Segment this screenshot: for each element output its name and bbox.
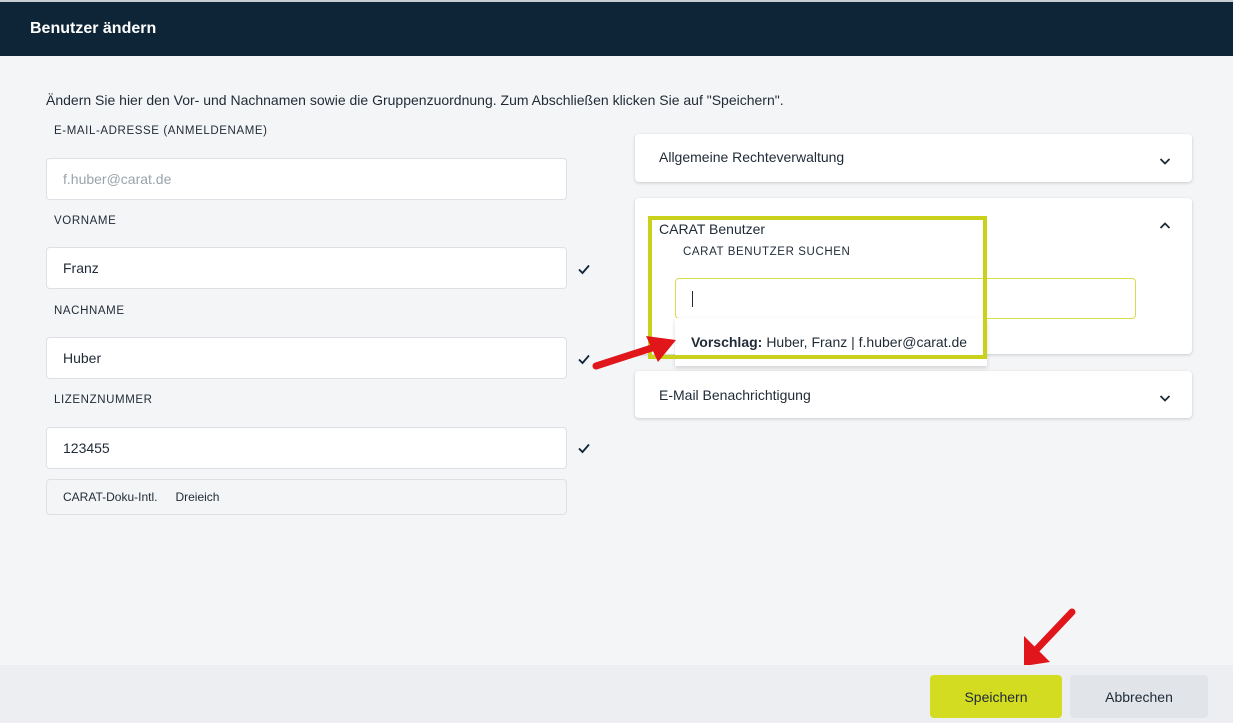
panel-email-title: E-Mail Benachrichtigung: [659, 387, 811, 403]
chevron-up-icon[interactable]: [1158, 219, 1172, 233]
dialog-header: Benutzer ändern: [0, 2, 1233, 56]
panel-rights-title: Allgemeine Rechteverwaltung: [659, 149, 845, 165]
dialog-title: Benutzer ändern: [30, 20, 157, 37]
firstname-input[interactable]: Franz: [46, 247, 567, 289]
save-button[interactable]: Speichern: [930, 675, 1062, 718]
checkmark-icon: [578, 264, 590, 275]
license-label: LIZENZNUMMER: [54, 394, 153, 406]
suggestion-prefix: Vorschlag:: [691, 334, 763, 350]
suggestion-item[interactable]: Vorschlag: Huber, Franz | f.huber@carat.…: [675, 318, 987, 366]
panel-email-notification[interactable]: E-Mail Benachrichtigung: [635, 371, 1192, 418]
cancel-button[interactable]: Abbrechen: [1070, 675, 1208, 718]
chevron-down-icon[interactable]: [1158, 391, 1172, 405]
firstname-label: VORNAME: [54, 215, 117, 227]
lastname-input[interactable]: Huber: [46, 337, 567, 379]
email-value: f.huber@carat.de: [63, 171, 172, 187]
license-input[interactable]: 123455: [46, 427, 567, 469]
lastname-value: Huber: [63, 350, 102, 366]
panel-carat-title: CARAT Benutzer: [659, 221, 766, 237]
email-field: f.huber@carat.de: [46, 158, 567, 200]
firstname-value: Franz: [63, 260, 99, 276]
group-assignment: CARAT-Doku-Intl. Dreieich: [46, 479, 567, 515]
group-location: Dreieich: [175, 490, 220, 504]
text-caret: [692, 291, 693, 307]
carat-search-input[interactable]: [675, 278, 1136, 319]
chevron-down-icon[interactable]: [1158, 154, 1172, 168]
license-value: 123455: [63, 440, 110, 456]
panel-rights[interactable]: Allgemeine Rechteverwaltung: [635, 134, 1192, 182]
group-name: CARAT-Doku-Intl.: [63, 490, 158, 504]
suggestion-text: Huber, Franz | f.huber@carat.de: [766, 334, 968, 350]
email-label: E-MAIL-ADRESSE (ANMELDENAME): [54, 125, 268, 137]
checkmark-icon: [578, 354, 590, 365]
checkmark-icon: [578, 443, 590, 454]
annotation-arrow-icon: [1024, 608, 1076, 666]
intro-text: Ändern Sie hier den Vor- und Nachnamen s…: [46, 92, 784, 108]
lastname-label: NACHNAME: [54, 305, 125, 317]
carat-search-label: CARAT BENUTZER SUCHEN: [683, 246, 851, 258]
